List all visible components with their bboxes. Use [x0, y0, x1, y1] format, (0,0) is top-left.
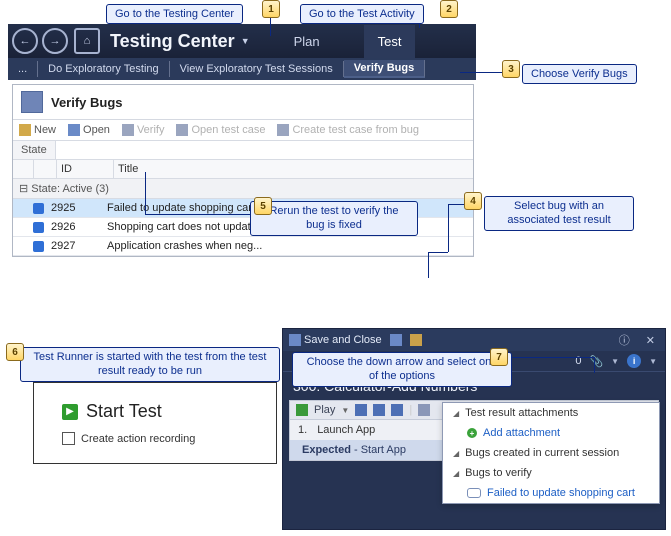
attachment-dropdown[interactable]: ▼ [611, 357, 619, 366]
play-dropdown[interactable]: ▼ [341, 406, 349, 415]
app-title: Testing Center [110, 31, 235, 52]
panel-toolbar: New Open Verify Open test case Create te… [13, 120, 473, 141]
add-icon: + [467, 428, 477, 438]
link-icon [467, 488, 481, 498]
start-test-icon: ▶ [62, 404, 78, 420]
save-close-button[interactable]: Save and Close [289, 334, 382, 346]
flyout-heading: Bugs created in current session [465, 447, 619, 459]
expand-icon[interactable]: ◢ [453, 449, 459, 458]
add-attachment-link[interactable]: +Add attachment [443, 423, 659, 443]
create-test-icon [277, 124, 289, 136]
marker-7: 7 [490, 348, 508, 366]
step-icon[interactable] [391, 404, 403, 416]
open-test-icon [176, 124, 188, 136]
reset-icon[interactable] [373, 404, 385, 416]
marker-4: 4 [464, 192, 482, 210]
bug-icon [33, 241, 44, 252]
flyout-heading: Bugs to verify [465, 467, 532, 479]
info-button[interactable]: i [627, 354, 641, 368]
step-number: 1. [298, 424, 307, 436]
info-dropdown[interactable]: ▼ [649, 357, 657, 366]
forward-button[interactable]: → [42, 28, 68, 54]
state-filter[interactable]: State [13, 141, 56, 159]
open-test-case-button[interactable]: Open test case [176, 124, 265, 136]
callout-1: Go to the Testing Center [106, 4, 243, 24]
marker-5: 5 [254, 197, 272, 215]
callout-4: Select bug with an associated test resul… [484, 196, 634, 231]
verify-bugs-icon [21, 91, 43, 113]
callout-7: Choose the down arrow and select one of … [292, 352, 512, 387]
col-id[interactable]: ID [57, 160, 114, 178]
bug-icon [33, 203, 44, 214]
save-icon-2[interactable] [390, 334, 402, 346]
app-header: ← → ⌂ Testing Center ▼ Plan Test [8, 24, 476, 58]
tab-test[interactable]: Test [364, 25, 416, 58]
callout-2: Go to the Test Activity [300, 4, 424, 24]
callout-5: Rerun the test to verify the bug is fixe… [250, 201, 418, 236]
create-recording-label: Create action recording [81, 433, 195, 445]
bug-link[interactable]: Failed to update shopping cart [443, 483, 659, 503]
expand-icon[interactable]: ◢ [453, 469, 459, 478]
bug-icon [33, 222, 44, 233]
help-button[interactable]: ⓘ [615, 332, 634, 348]
pause-icon[interactable] [355, 404, 367, 416]
play-button[interactable]: Play [314, 404, 335, 416]
new-button[interactable]: New [19, 124, 56, 136]
close-button[interactable]: ✕ [642, 334, 659, 347]
attachment-flyout: ◢ Test result attachments +Add attachment… [442, 402, 660, 504]
marker-3: 3 [502, 60, 520, 78]
verify-button[interactable]: Verify [122, 124, 165, 136]
subnav-verify-bugs[interactable]: Verify Bugs [344, 60, 426, 78]
open-icon [68, 124, 80, 136]
grid-header: ID Title [13, 160, 473, 179]
verify-icon [122, 124, 134, 136]
create-test-case-button[interactable]: Create test case from bug [277, 124, 419, 136]
marker-2: 2 [440, 0, 458, 18]
subnav-exploratory[interactable]: Do Exploratory Testing [38, 61, 169, 77]
back-button[interactable]: ← [12, 28, 38, 54]
start-test-panel: ▶ Start Test Create action recording [33, 382, 277, 464]
callout-6: Test Runner is started with the test fro… [20, 347, 280, 382]
flyout-heading: Test result attachments [465, 407, 578, 419]
sub-navigation: ... Do Exploratory Testing View Explorat… [8, 58, 476, 80]
subnav-overflow[interactable]: ... [8, 61, 38, 77]
marker-6: 6 [6, 343, 24, 361]
col-title[interactable]: Title [114, 160, 473, 178]
tab-plan[interactable]: Plan [280, 25, 334, 58]
app-title-dropdown[interactable]: ▼ [241, 36, 250, 46]
home-button[interactable]: ⌂ [74, 28, 100, 54]
group-active[interactable]: ⊟ State: Active (3) [13, 179, 473, 199]
expand-icon[interactable]: ◢ [453, 409, 459, 418]
tool-icon[interactable] [418, 404, 430, 416]
subnav-sessions[interactable]: View Exploratory Test Sessions [170, 61, 344, 77]
play-icon [296, 404, 308, 416]
folder-icon[interactable] [410, 334, 422, 346]
create-recording-checkbox[interactable] [62, 432, 75, 445]
panel-title: Verify Bugs [51, 95, 123, 110]
open-button[interactable]: Open [68, 124, 110, 136]
callout-3: Choose Verify Bugs [522, 64, 637, 84]
marker-1: 1 [262, 0, 280, 18]
start-test-button[interactable]: Start Test [86, 401, 162, 422]
step-text: Launch App [317, 424, 375, 436]
new-icon [19, 124, 31, 136]
save-icon [289, 334, 301, 346]
table-row[interactable]: 2927Application crashes when neg... [13, 237, 473, 256]
